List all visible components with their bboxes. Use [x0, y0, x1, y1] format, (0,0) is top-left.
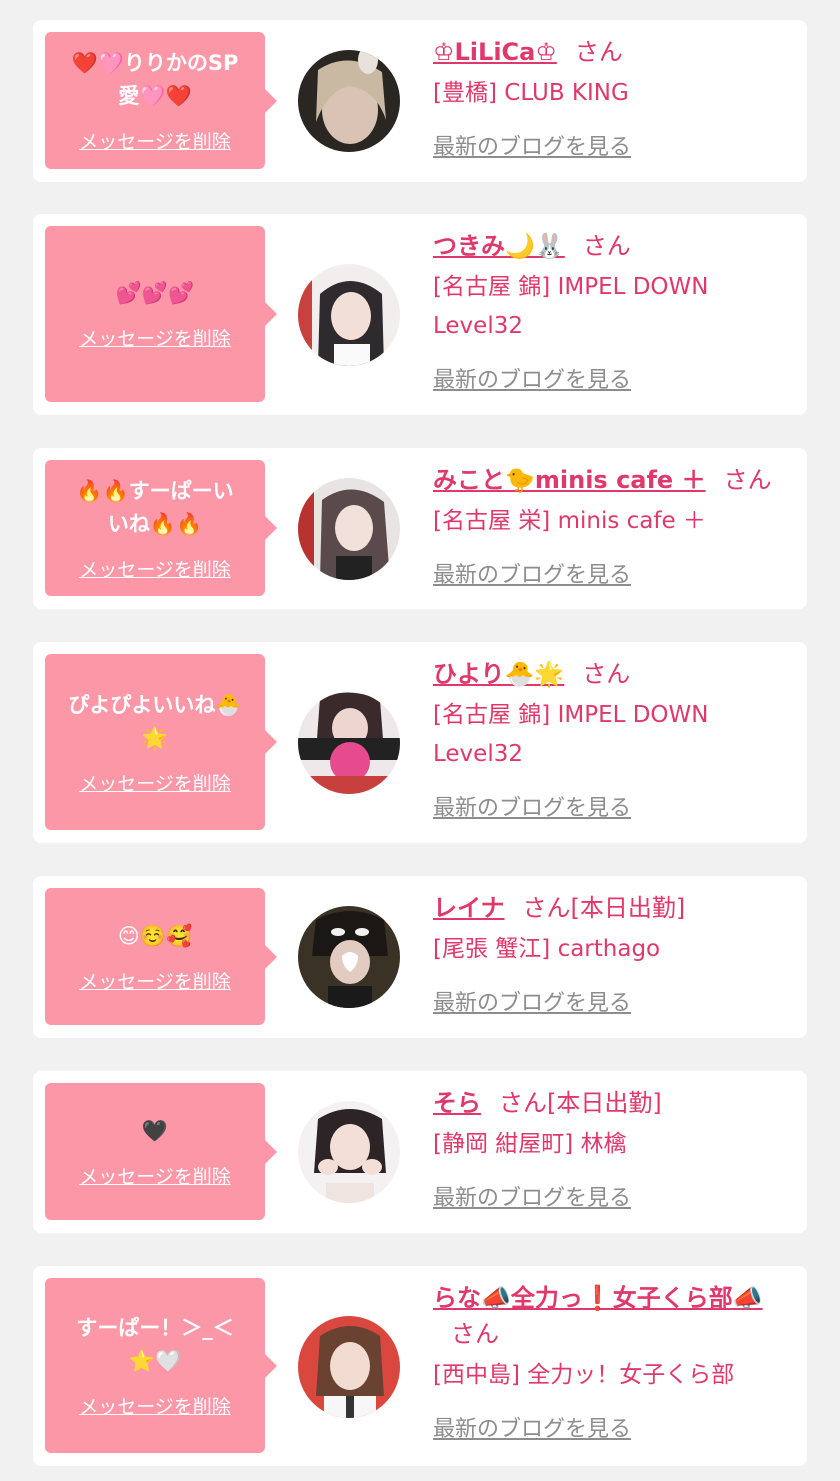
message-bubble: ❤️🩷りりかのSP 愛🩷❤️ メッセージを削除	[45, 32, 277, 169]
cast-info: つきみ🌙🐰 さん [名古屋 錦] IMPEL DOWN Level32 最新のブロ…	[433, 228, 793, 394]
message-bubble: 😊☺️🥰 メッセージを削除	[45, 888, 277, 1025]
honorific: さん	[582, 660, 631, 688]
cast-name-link[interactable]: ♔LiLiCa♔	[433, 38, 557, 66]
message-bubble: 🔥🔥すーぱーい いね🔥🔥 メッセージを削除	[45, 460, 277, 596]
cast-name-link[interactable]: レイナ	[433, 894, 505, 922]
avatar[interactable]	[298, 1101, 400, 1203]
shop-info: [静岡 紺屋町] 林檎	[433, 1131, 627, 1157]
honorific: さん	[582, 232, 631, 260]
message-text: 💕💕💕	[115, 281, 195, 305]
honorific: さん	[574, 38, 623, 66]
message-text: ❤️🩷りりかのSP 愛🩷❤️	[71, 51, 239, 108]
cast-info: そら さん[本日出勤] [静岡 紺屋町] 林檎 最新のブログを見る	[433, 1085, 793, 1212]
delete-message-link[interactable]: メッセージを削除	[79, 769, 231, 796]
shop-info: [名古屋 錦] IMPEL DOWN Level32	[433, 274, 709, 339]
shop-info: [名古屋 栄] minis cafe ＋	[433, 508, 706, 534]
name-line: そら さん[本日出勤]	[433, 1085, 793, 1121]
message-text: 😊☺️🥰	[117, 923, 193, 948]
cast-name-link[interactable]: みこと🐤minis cafe ＋	[433, 466, 706, 494]
message-bubble: 💕💕💕 メッセージを削除	[45, 226, 277, 402]
name-line: つきみ🌙🐰 さん	[433, 228, 793, 264]
latest-blog-link[interactable]: 最新のブログを見る	[433, 557, 631, 589]
cast-name-link[interactable]: らな📣全力っ❗女子くら部📣	[433, 1284, 763, 1312]
message-bubble: 🖤 メッセージを削除	[45, 1083, 277, 1220]
name-line: みこと🐤minis cafe ＋ さん	[433, 462, 793, 498]
name-line: ひより🐣🌟 さん	[433, 656, 793, 692]
delete-message-link[interactable]: メッセージを削除	[79, 555, 231, 582]
message-card: ❤️🩷りりかのSP 愛🩷❤️ メッセージを削除 ♔LiLiCa♔ さん [豊橋] …	[33, 20, 807, 182]
shop-info: [名古屋 錦] IMPEL DOWN Level32	[433, 702, 709, 767]
name-line: レイナ さん[本日出勤]	[433, 890, 793, 926]
message-list: ❤️🩷りりかのSP 愛🩷❤️ メッセージを削除 ♔LiLiCa♔ さん [豊橋] …	[0, 0, 840, 1481]
message-card: 😊☺️🥰 メッセージを削除 レイナ さん[本日出勤] [尾張 蟹江] cartha…	[33, 876, 807, 1038]
message-text: 🖤	[141, 1118, 169, 1143]
name-line: らな📣全力っ❗女子くら部📣 さん	[433, 1280, 793, 1352]
message-bubble: ぴよぴよいいね🐣 🌟 メッセージを削除	[45, 654, 277, 830]
avatar[interactable]	[298, 692, 400, 794]
message-text: 🔥🔥すーぱーい いね🔥🔥	[76, 478, 234, 536]
delete-message-link[interactable]: メッセージを削除	[79, 967, 231, 994]
avatar[interactable]	[298, 264, 400, 366]
delete-message-link[interactable]: メッセージを削除	[79, 324, 231, 351]
cast-info: みこと🐤minis cafe ＋さん [名古屋 栄] minis cafe ＋ …	[433, 462, 793, 589]
avatar[interactable]	[298, 50, 400, 152]
message-bubble: すーぱー！＞_＜ ⭐🤍 メッセージを削除	[45, 1278, 277, 1453]
latest-blog-link[interactable]: 最新のブログを見る	[433, 129, 631, 161]
latest-blog-link[interactable]: 最新のブログを見る	[433, 1411, 631, 1443]
cast-name-link[interactable]: そら	[433, 1089, 481, 1117]
avatar[interactable]	[298, 1316, 400, 1418]
message-card: すーぱー！＞_＜ ⭐🤍 メッセージを削除 らな📣全力っ❗女子くら部📣 さん [西中…	[33, 1266, 807, 1466]
shop-info: [西中島] 全力ッ！女子くら部	[433, 1362, 735, 1388]
message-text: ぴよぴよいいね🐣 🌟	[68, 692, 242, 750]
avatar[interactable]	[298, 906, 400, 1008]
message-card: 💕💕💕 メッセージを削除 つきみ🌙🐰 さん [名古屋 錦] IMPEL DOWN …	[33, 214, 807, 415]
cast-info: らな📣全力っ❗女子くら部📣 さん [西中島] 全力ッ！女子くら部 最新のブログを見…	[433, 1280, 793, 1443]
delete-message-link[interactable]: メッセージを削除	[79, 127, 231, 154]
latest-blog-link[interactable]: 最新のブログを見る	[433, 362, 631, 394]
delete-message-link[interactable]: メッセージを削除	[79, 1392, 231, 1419]
name-line: ♔LiLiCa♔ さん	[433, 34, 793, 70]
honorific: さん	[499, 1089, 547, 1117]
message-card: 🖤 メッセージを削除 そら さん[本日出勤] [静岡 紺屋町] 林檎 最新のブログ…	[33, 1071, 807, 1233]
avatar[interactable]	[298, 478, 400, 580]
cast-info: ひより🐣🌟 さん [名古屋 錦] IMPEL DOWN Level32 最新のブロ…	[433, 656, 793, 822]
message-card: 🔥🔥すーぱーい いね🔥🔥 メッセージを削除 みこと🐤minis cafe ＋ さん…	[33, 448, 807, 609]
cast-name-link[interactable]: つきみ🌙🐰	[433, 232, 565, 260]
latest-blog-link[interactable]: 最新のブログを見る	[433, 985, 631, 1017]
shop-info: [豊橋] CLUB KING	[433, 80, 629, 106]
attendance-status: [本日出勤]	[547, 1089, 662, 1117]
cast-name-link[interactable]: ひより🐣🌟	[433, 660, 564, 688]
message-text: すーぱー！＞_＜ ⭐🤍	[76, 1316, 234, 1373]
honorific: さん	[723, 466, 772, 494]
delete-message-link[interactable]: メッセージを削除	[79, 1162, 231, 1189]
honorific: さん	[451, 1320, 499, 1348]
cast-info: ♔LiLiCa♔ さん [豊橋] CLUB KING 最新のブログを見る	[433, 34, 793, 161]
attendance-status: [本日出勤]	[570, 894, 686, 922]
message-card: ぴよぴよいいね🐣 🌟 メッセージを削除 ひより🐣🌟 さん [名古屋 錦] IMPE…	[33, 642, 807, 843]
shop-info: [尾張 蟹江] carthago	[433, 936, 661, 962]
latest-blog-link[interactable]: 最新のブログを見る	[433, 790, 631, 822]
honorific: さん	[522, 894, 571, 922]
cast-info: レイナ さん[本日出勤] [尾張 蟹江] carthago 最新のブログを見る	[433, 890, 793, 1017]
latest-blog-link[interactable]: 最新のブログを見る	[433, 1180, 631, 1212]
